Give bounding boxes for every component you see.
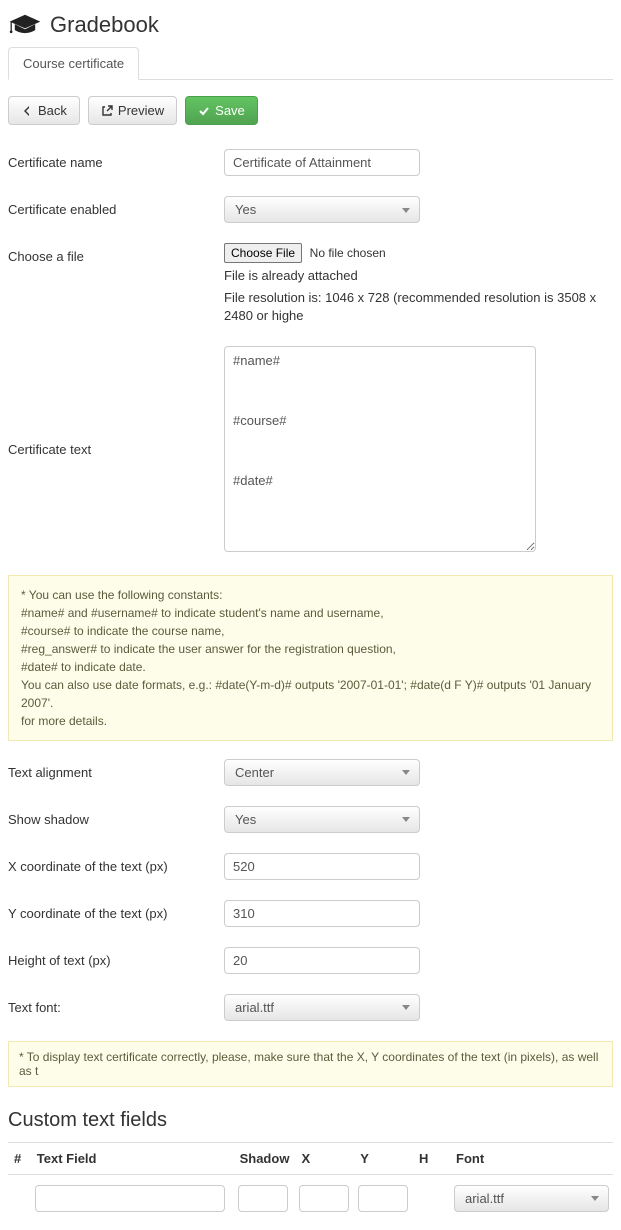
info-line: * You can use the following constants: xyxy=(21,586,600,604)
text-alignment-select[interactable]: Center xyxy=(224,759,420,786)
display-info-box: * To display text certificate correctly,… xyxy=(8,1041,613,1087)
info-line: #name# and #username# to indicate studen… xyxy=(21,604,600,622)
info-line: for more details. xyxy=(21,712,600,730)
external-link-icon xyxy=(101,105,113,117)
page-header: Gradebook xyxy=(8,8,613,46)
preview-label: Preview xyxy=(118,103,164,118)
y-coord-label: Y coordinate of the text (px) xyxy=(8,900,224,921)
certificate-enabled-select[interactable]: Yes xyxy=(224,196,420,223)
x-coord-label: X coordinate of the text (px) xyxy=(8,853,224,874)
col-num: # xyxy=(8,1142,31,1174)
save-label: Save xyxy=(215,103,245,118)
col-font: Font xyxy=(450,1142,613,1174)
show-shadow-label: Show shadow xyxy=(8,806,224,827)
col-h: H xyxy=(413,1142,450,1174)
custom-text-field-input[interactable] xyxy=(35,1185,225,1212)
file-help-1: File is already attached xyxy=(224,267,613,285)
back-button[interactable]: Back xyxy=(8,96,80,125)
text-font-label: Text font: xyxy=(8,994,224,1015)
info-line: #reg_answer# to indicate the user answer… xyxy=(21,640,600,658)
y-coord-input[interactable] xyxy=(224,900,420,927)
action-bar: Back Preview Save xyxy=(8,96,613,125)
col-shadow: Shadow xyxy=(234,1142,296,1174)
custom-fields-table: # Text Field Shadow X Y H Font arial.ttf xyxy=(8,1142,613,1222)
file-status-text: No file chosen xyxy=(310,246,386,260)
certificate-text-textarea[interactable] xyxy=(224,346,536,552)
certificate-text-label: Certificate text xyxy=(8,346,224,457)
tab-course-certificate[interactable]: Course certificate xyxy=(8,47,139,80)
certificate-enabled-label: Certificate enabled xyxy=(8,196,224,217)
certificate-name-label: Certificate name xyxy=(8,149,224,170)
graduation-cap-icon xyxy=(8,13,42,37)
show-shadow-select[interactable]: Yes xyxy=(224,806,420,833)
chevron-left-icon xyxy=(21,105,33,117)
custom-shadow-input[interactable] xyxy=(238,1185,288,1212)
preview-button[interactable]: Preview xyxy=(88,96,177,125)
back-label: Back xyxy=(38,103,67,118)
custom-font-select[interactable]: arial.ttf xyxy=(454,1185,609,1212)
tab-bar: Course certificate xyxy=(8,46,613,80)
constants-info-box: * You can use the following constants: #… xyxy=(8,575,613,741)
page-title: Gradebook xyxy=(50,12,159,38)
table-row: arial.ttf xyxy=(8,1174,613,1222)
text-alignment-label: Text alignment xyxy=(8,759,224,780)
text-font-select[interactable]: arial.ttf xyxy=(224,994,420,1021)
choose-file-button[interactable]: Choose File xyxy=(224,243,302,263)
col-text-field: Text Field xyxy=(31,1142,234,1174)
custom-y-input[interactable] xyxy=(358,1185,408,1212)
info-line: You can also use date formats, e.g.: #da… xyxy=(21,676,600,712)
col-y: Y xyxy=(354,1142,413,1174)
custom-x-input[interactable] xyxy=(299,1185,349,1212)
check-icon xyxy=(198,105,210,117)
custom-fields-title: Custom text fields xyxy=(8,1109,613,1132)
save-button[interactable]: Save xyxy=(185,96,258,125)
height-label: Height of text (px) xyxy=(8,947,224,968)
x-coord-input[interactable] xyxy=(224,853,420,880)
certificate-name-input[interactable] xyxy=(224,149,420,176)
choose-file-label: Choose a file xyxy=(8,243,224,264)
info-line: #course# to indicate the course name, xyxy=(21,622,600,640)
height-input[interactable] xyxy=(224,947,420,974)
col-x: X xyxy=(295,1142,354,1174)
info-line: #date# to indicate date. xyxy=(21,658,600,676)
file-help-2: File resolution is: 1046 x 728 (recommen… xyxy=(224,289,613,325)
